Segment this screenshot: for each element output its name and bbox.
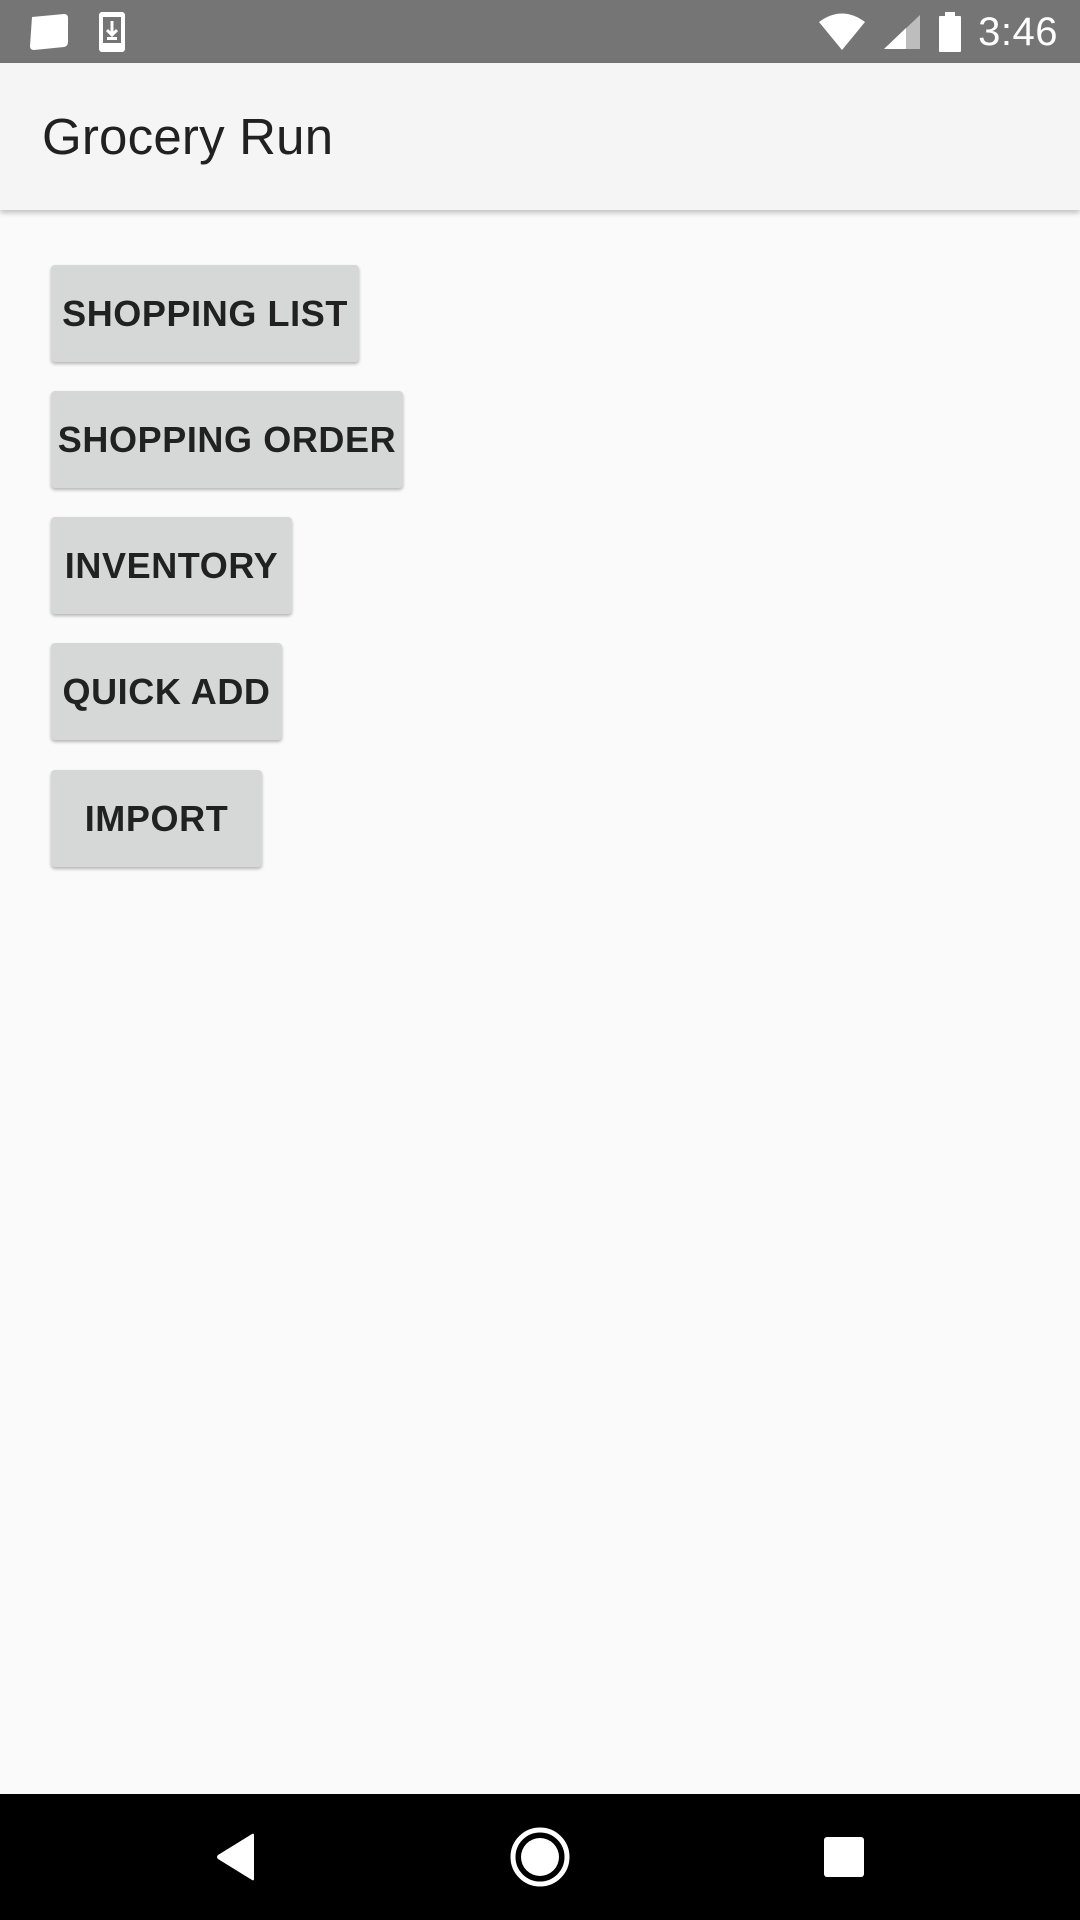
home-button[interactable] [470,1794,610,1920]
navigation-bar [0,1794,1080,1920]
screen: 3:46 Grocery Run SHOPPING LIST SHOPPING … [0,0,1080,1920]
battery-icon [938,12,962,52]
status-time: 3:46 [978,9,1058,54]
recents-button[interactable] [774,1794,914,1920]
home-icon [510,1827,570,1887]
shopping-list-button[interactable]: SHOPPING LIST [51,265,359,362]
notification-card-icon [26,12,70,52]
back-button[interactable] [166,1794,306,1920]
download-icon [98,11,126,53]
inventory-button[interactable]: INVENTORY [51,517,292,614]
status-right-icons: 3:46 [818,6,1058,58]
wifi-icon [818,13,866,51]
import-button[interactable]: IMPORT [51,770,262,867]
quick-add-button[interactable]: QUICK ADD [51,643,282,740]
cell-signal-icon [882,13,922,51]
main-content: SHOPPING LIST SHOPPING ORDER INVENTORY Q… [0,210,1080,1794]
app-title: Grocery Run [42,108,334,165]
app-bar: Grocery Run [0,63,1080,210]
status-left-icons [26,11,126,53]
shopping-order-button[interactable]: SHOPPING ORDER [51,391,403,488]
back-icon [214,1833,258,1881]
recents-icon [823,1836,865,1878]
status-bar: 3:46 [0,0,1080,63]
